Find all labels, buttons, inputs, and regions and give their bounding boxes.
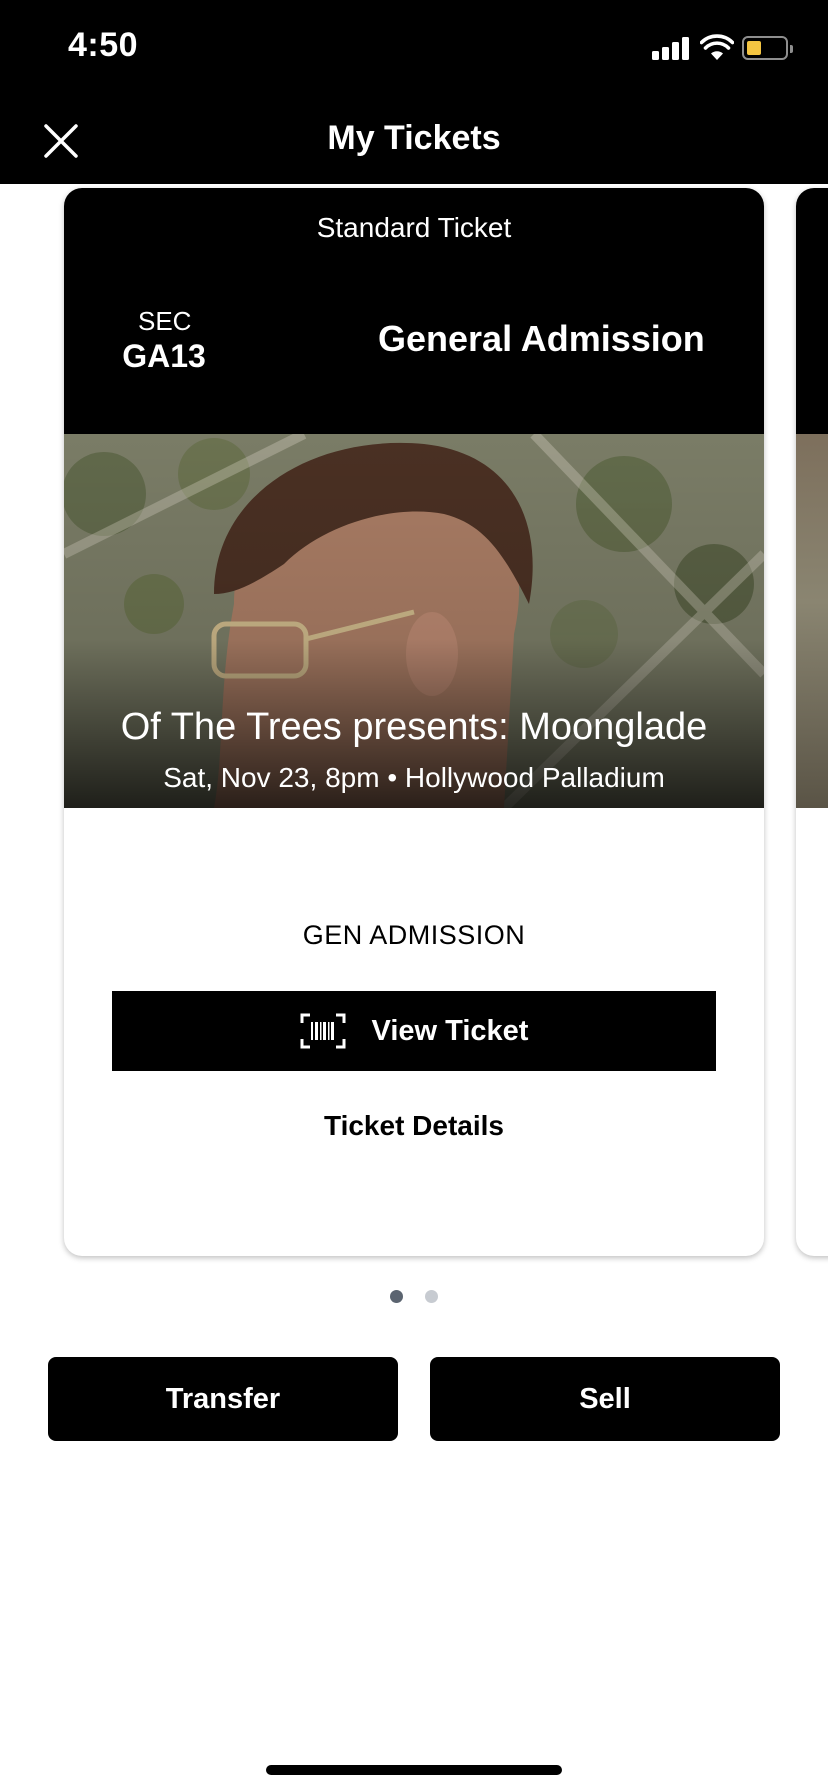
transfer-button[interactable]: Transfer — [48, 1357, 398, 1441]
section-label: SEC — [138, 306, 192, 336]
nav-bar: My Tickets — [0, 96, 828, 184]
ticket-header: Standard Ticket SEC GA13 General Admissi… — [64, 188, 764, 434]
admission-code: GEN ADMISSION — [302, 920, 526, 950]
status-time: 4:50 — [68, 26, 139, 64]
ticket-type: Standard Ticket — [316, 212, 512, 243]
admission-type: General Admission — [378, 318, 705, 359]
battery-icon — [742, 36, 793, 60]
page-dot-1[interactable] — [390, 1290, 403, 1303]
cellular-signal-icon — [652, 36, 692, 60]
view-ticket-button[interactable]: View Ticket — [112, 991, 716, 1071]
view-ticket-label: View Ticket — [371, 1014, 529, 1047]
wifi-icon — [700, 34, 734, 60]
section-value: GA13 — [122, 338, 206, 374]
ticket-details-link[interactable]: Ticket Details — [64, 1110, 764, 1142]
event-image — [64, 434, 764, 808]
ticket-card[interactable]: Standard Ticket SEC GA13 General Admissi… — [64, 188, 764, 1256]
barcode-icon — [300, 1013, 346, 1049]
sell-button[interactable]: Sell — [430, 1357, 780, 1441]
event-date-venue: Sat, Nov 23, 8pm • Hollywood Palladium — [163, 762, 665, 793]
status-bar: 4:50 — [0, 0, 828, 96]
home-indicator — [266, 1765, 562, 1775]
event-title: Of The Trees presents: Moonglade — [120, 706, 708, 748]
pagination-dots — [0, 1290, 828, 1303]
page-title: My Tickets — [327, 119, 501, 157]
next-ticket-card[interactable] — [796, 188, 828, 1256]
page-dot-2[interactable] — [425, 1290, 438, 1303]
